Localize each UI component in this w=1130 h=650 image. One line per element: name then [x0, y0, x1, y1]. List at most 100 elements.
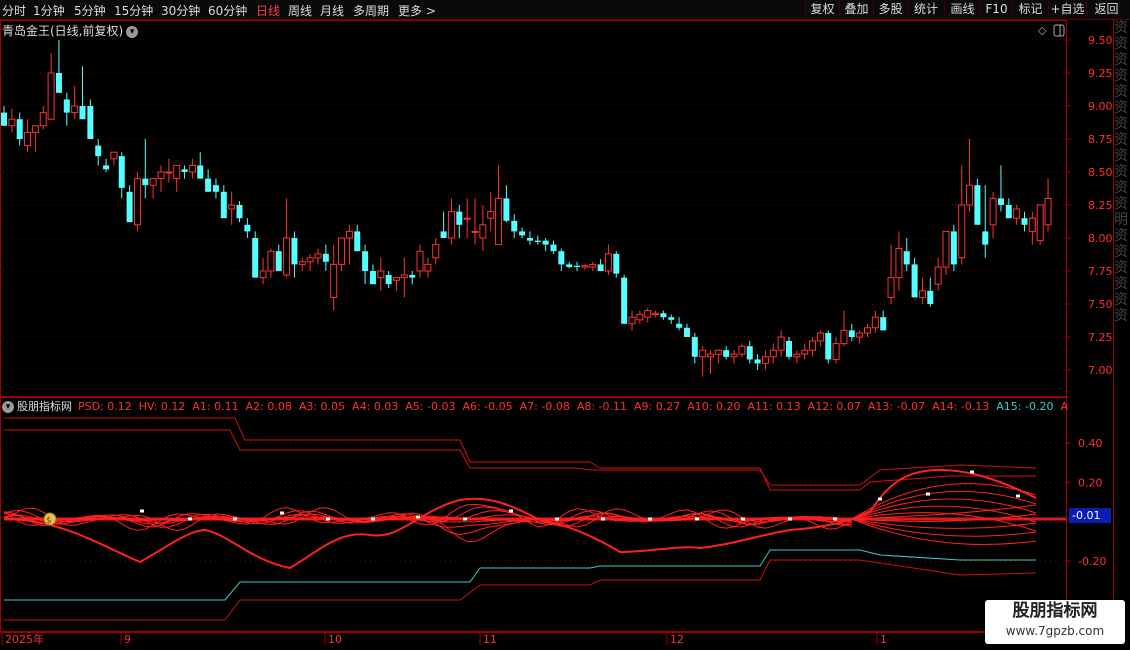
candle-body[interactable]: [8, 118, 16, 127]
candle-body[interactable]: [126, 191, 133, 223]
candle-body[interactable]: [589, 263, 597, 268]
candle-body[interactable]: [927, 290, 934, 304]
candle-body[interactable]: [377, 270, 385, 279]
candle-body[interactable]: [989, 197, 997, 226]
candle-body[interactable]: [864, 327, 871, 334]
candle-body[interactable]: [911, 264, 918, 298]
candle-body[interactable]: [188, 164, 196, 173]
candle-body[interactable]: [676, 323, 683, 328]
candle-body[interactable]: [71, 105, 79, 114]
candle-body[interactable]: [298, 261, 306, 265]
candle-body[interactable]: [691, 337, 698, 357]
candle-body[interactable]: [801, 349, 809, 355]
candle-body[interactable]: [236, 205, 243, 219]
candle-body[interactable]: [409, 274, 416, 278]
candle-body[interactable]: [456, 211, 463, 225]
candle-body[interactable]: [526, 238, 533, 241]
candle-body[interactable]: [581, 265, 589, 268]
candle-body[interactable]: [416, 250, 424, 272]
candle-body[interactable]: [79, 106, 86, 120]
chevron-down-icon[interactable]: ▾: [2, 401, 14, 413]
candle-body[interactable]: [149, 178, 157, 186]
candle-body[interactable]: [848, 330, 855, 337]
candle-body[interactable]: [825, 333, 832, 360]
candle-body[interactable]: [142, 178, 149, 186]
candle-body[interactable]: [550, 244, 557, 252]
candle-body[interactable]: [966, 184, 974, 206]
candle-body[interactable]: [597, 264, 604, 271]
candle-body[interactable]: [754, 359, 761, 364]
candle-body[interactable]: [252, 238, 259, 278]
candle-body[interactable]: [157, 171, 165, 180]
candle-body[interactable]: [761, 356, 769, 364]
candle-body[interactable]: [558, 251, 565, 265]
candle-body[interactable]: [934, 266, 942, 285]
candle-body[interactable]: [173, 164, 181, 180]
candle-body[interactable]: [275, 251, 282, 271]
candle-body[interactable]: [950, 231, 957, 265]
candle-body[interactable]: [283, 237, 291, 276]
candle-body[interactable]: [181, 169, 188, 172]
candle-body[interactable]: [652, 312, 660, 316]
candle-body[interactable]: [746, 346, 753, 360]
candle-body[interactable]: [259, 270, 267, 279]
candle-body[interactable]: [1013, 208, 1021, 219]
candle-body[interactable]: [644, 310, 652, 318]
candle-body[interactable]: [621, 277, 628, 324]
candle-body[interactable]: [777, 336, 785, 351]
candle-body[interactable]: [723, 350, 730, 357]
candle-body[interactable]: [816, 332, 824, 342]
candle-body[interactable]: [1044, 197, 1052, 226]
candle-body[interactable]: [440, 231, 447, 238]
candle-body[interactable]: [463, 217, 471, 220]
candle-body[interactable]: [118, 156, 125, 188]
candle-body[interactable]: [330, 263, 338, 298]
candle-body[interactable]: [432, 244, 440, 259]
candle-body[interactable]: [244, 224, 251, 232]
candle-body[interactable]: [918, 290, 926, 298]
candle-body[interactable]: [574, 265, 581, 268]
candle-body[interactable]: [314, 253, 322, 259]
candle-body[interactable]: [660, 313, 667, 318]
candle-body[interactable]: [400, 274, 408, 279]
candle-body[interactable]: [479, 224, 487, 239]
candle-body[interactable]: [495, 197, 503, 246]
diamond-icon[interactable]: ◇: [1038, 24, 1047, 37]
candle-body[interactable]: [322, 253, 329, 262]
candle-body[interactable]: [903, 251, 910, 265]
candle-body[interactable]: [39, 112, 47, 127]
candle-body[interactable]: [887, 277, 895, 298]
candle-body[interactable]: [503, 198, 510, 221]
candle-body[interactable]: [212, 185, 219, 192]
candle-body[interactable]: [447, 211, 455, 239]
candle-body[interactable]: [511, 220, 518, 232]
candle-body[interactable]: [354, 231, 361, 252]
candle-body[interactable]: [566, 264, 573, 268]
candle-body[interactable]: [110, 151, 118, 160]
candle-body[interactable]: [31, 125, 39, 133]
candle-body[interactable]: [103, 165, 110, 170]
candle-body[interactable]: [982, 231, 989, 245]
candle-body[interactable]: [636, 314, 644, 321]
candle-body[interactable]: [385, 274, 392, 285]
candle-body[interactable]: [786, 340, 792, 357]
candle-body[interactable]: [856, 332, 864, 338]
price-chart[interactable]: 9.50 9.25 9.00 8.75 8.50 8.25 8.00 7.75 7.50 7.25…: [0, 0, 1130, 650]
candle-body[interactable]: [205, 178, 212, 192]
candle-body[interactable]: [534, 240, 541, 242]
candle-body[interactable]: [668, 317, 675, 320]
candle-body[interactable]: [24, 131, 32, 147]
candle-body[interactable]: [267, 250, 275, 272]
candle-body[interactable]: [699, 349, 707, 358]
candle-body[interactable]: [338, 237, 346, 265]
candle-body[interactable]: [974, 185, 981, 225]
candle-body[interactable]: [809, 340, 817, 351]
candle-body[interactable]: [87, 106, 94, 139]
candle-body[interactable]: [769, 349, 777, 358]
candle-body[interactable]: [220, 191, 227, 219]
candle-body[interactable]: [16, 119, 23, 139]
candle-body[interactable]: [519, 231, 526, 236]
candle-body[interactable]: [197, 165, 204, 179]
candle-body[interactable]: [228, 204, 236, 210]
candle-body[interactable]: [133, 178, 141, 226]
